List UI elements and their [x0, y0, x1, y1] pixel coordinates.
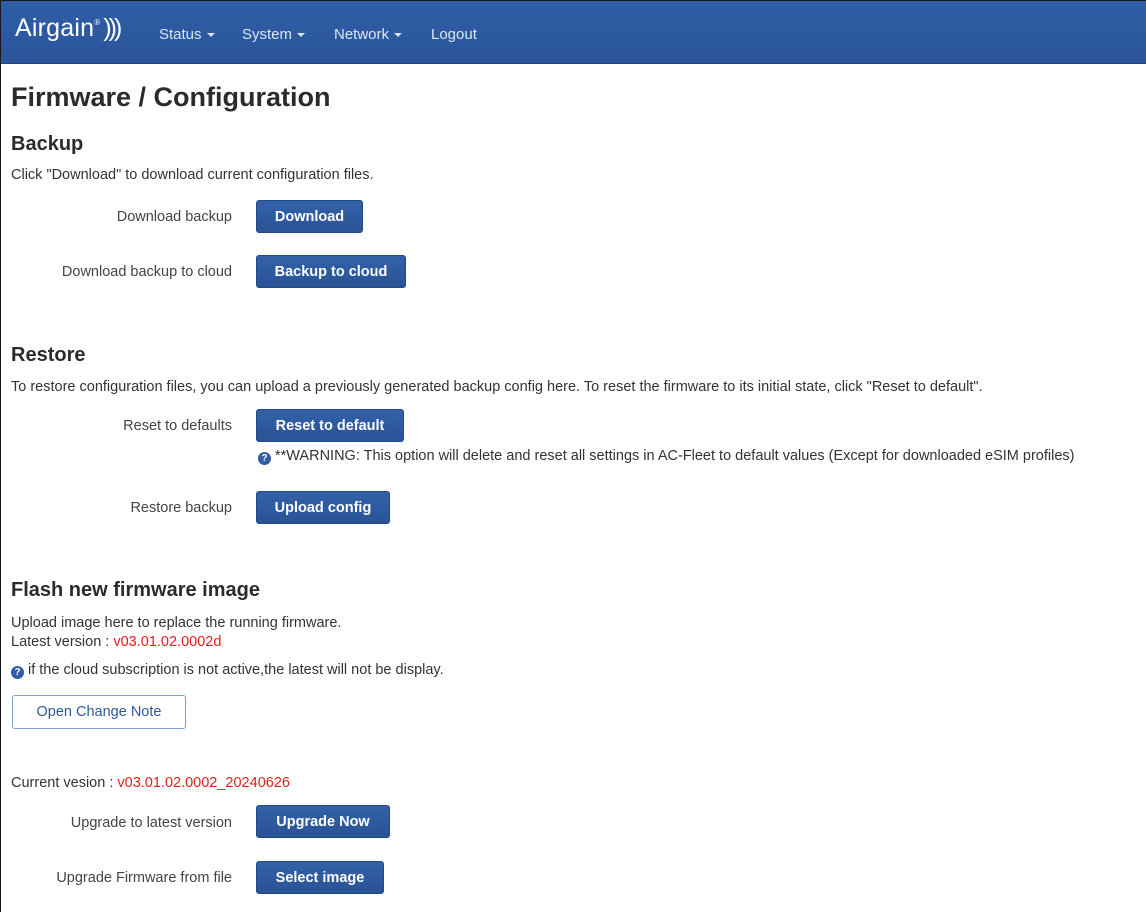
cloud-note: ? if the cloud subscription is not active… [11, 662, 444, 679]
nav-system[interactable]: System [242, 26, 306, 43]
nav-logout[interactable]: Logout [431, 26, 477, 43]
nav-status[interactable]: Status [159, 26, 215, 43]
reset-warning: ? **WARNING: This option will delete and … [258, 448, 1075, 465]
upgrade-from-file-label: Upgrade Firmware from file [56, 870, 232, 886]
brand-logo[interactable]: Airgain®))) [15, 14, 122, 43]
download-backup-label: Download backup [116, 209, 232, 225]
brand-trademark: ® [94, 18, 101, 27]
question-circle-icon: ? [258, 452, 271, 465]
brand-name: Airgain [15, 14, 95, 42]
restore-description: To restore configuration files, you can … [11, 379, 983, 395]
nav-network-label: Network [334, 26, 390, 43]
backup-to-cloud-button[interactable]: Backup to cloud [256, 255, 406, 288]
current-version-line: Current vesion : v03.01.02.0002_20240626 [11, 775, 290, 791]
upload-config-button[interactable]: Upload config [256, 491, 390, 524]
upgrade-now-button[interactable]: Upgrade Now [256, 805, 390, 838]
nav-network[interactable]: Network [334, 26, 403, 43]
reset-to-default-button[interactable]: Reset to default [256, 409, 404, 442]
cloud-note-text: if the cloud subscription is not active,… [28, 662, 444, 678]
backup-description: Click "Download" to download current con… [11, 167, 374, 183]
latest-version-value: v03.01.02.0002d [113, 634, 222, 650]
reset-defaults-label: Reset to defaults [123, 418, 232, 434]
nav-system-label: System [242, 26, 293, 43]
caret-down-icon [394, 33, 403, 38]
current-version-label: Current vesion : [11, 775, 118, 791]
restore-heading: Restore [11, 344, 86, 366]
top-navbar: Airgain®))) Status System Network Logout [1, 1, 1146, 64]
backup-to-cloud-label: Download backup to cloud [61, 264, 232, 280]
upgrade-latest-label: Upgrade to latest version [70, 815, 232, 831]
backup-heading: Backup [11, 133, 84, 155]
flash-description: Upload image here to replace the running… [11, 615, 342, 631]
current-version-value: v03.01.02.0002_20240626 [117, 775, 290, 791]
open-change-note-button[interactable]: Open Change Note [12, 695, 186, 729]
latest-version-label: Latest version : [11, 634, 114, 650]
select-image-button[interactable]: Select image [256, 861, 384, 894]
question-circle-icon: ? [11, 666, 24, 679]
restore-backup-label: Restore backup [130, 500, 232, 516]
download-button[interactable]: Download [256, 200, 363, 233]
caret-down-icon [297, 33, 306, 38]
caret-down-icon [206, 33, 215, 38]
latest-version-line: Latest version : v03.01.02.0002d [11, 634, 221, 650]
brand-waves-icon: ))) [103, 14, 122, 42]
flash-heading: Flash new firmware image [11, 579, 260, 601]
nav-status-label: Status [159, 26, 202, 43]
page-title: Firmware / Configuration [11, 82, 331, 112]
reset-warning-text: **WARNING: This option will delete and r… [275, 448, 1075, 464]
